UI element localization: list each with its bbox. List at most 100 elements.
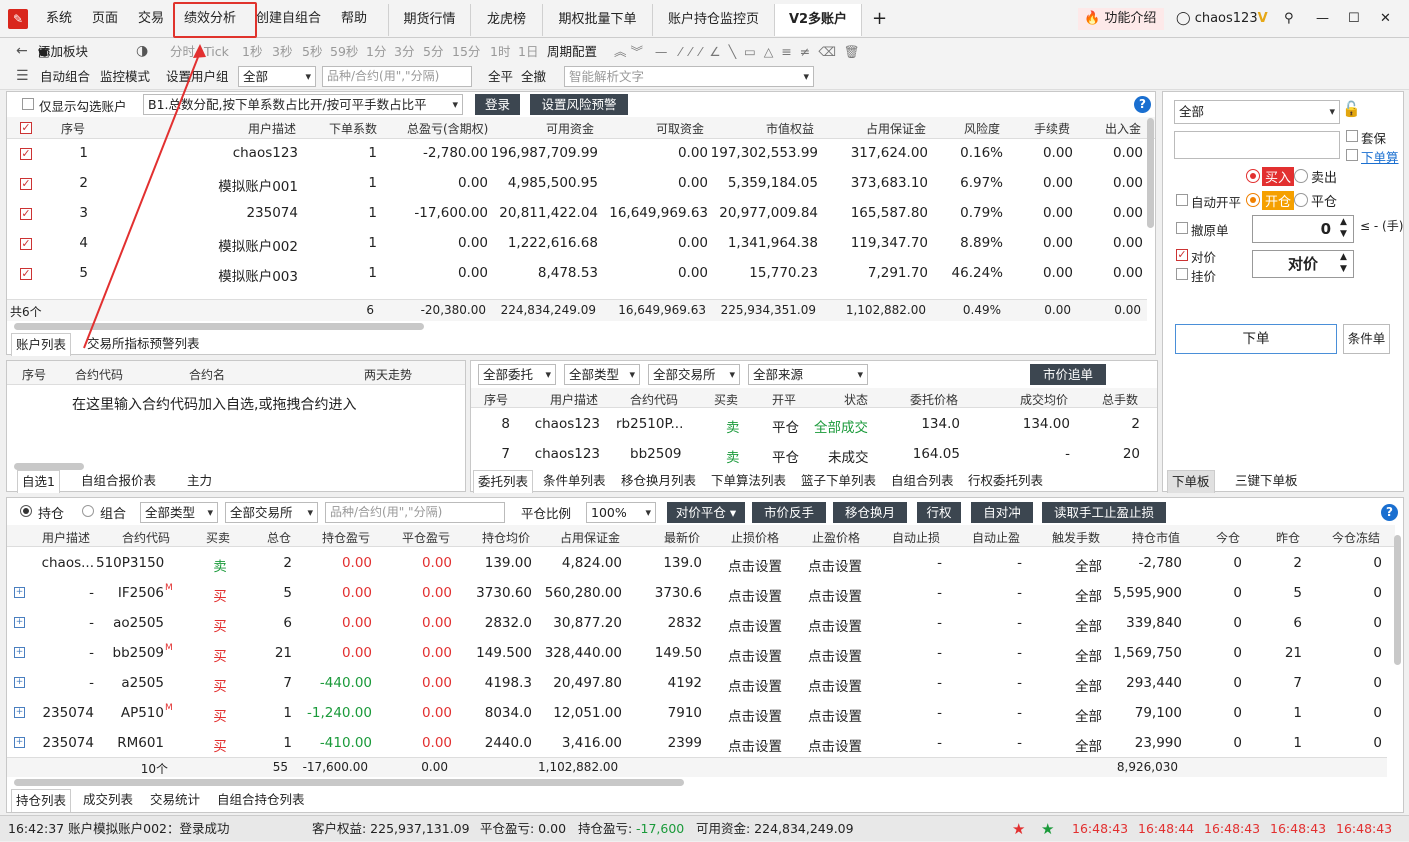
combo-label: 组合 xyxy=(100,507,127,522)
position-cell[interactable]: 点击设置 xyxy=(786,645,862,665)
cell-order-openclose: 平仓 xyxy=(772,420,799,436)
position-cell: - xyxy=(89,675,94,691)
position-cell[interactable]: 点击设置 xyxy=(786,555,862,575)
position-cell: 149.500 xyxy=(476,645,532,661)
tab-basket-list[interactable]: 篮子下单列表 xyxy=(801,470,876,492)
position-cell: 7 xyxy=(283,675,292,691)
order-calc-checkbox[interactable] xyxy=(1346,149,1358,161)
watch-scrollbar[interactable] xyxy=(14,463,84,470)
cell-order-user: chaos123 xyxy=(534,416,600,432)
order-exchange-select[interactable]: 全部交易所 xyxy=(648,364,740,385)
counter-price-label: 对价 xyxy=(1191,250,1217,265)
tab-algo-list[interactable]: 下单算法列表 xyxy=(711,470,786,492)
position-cell[interactable]: 点击设置 xyxy=(706,735,782,755)
counter-price-checkbox[interactable]: ✓ xyxy=(1176,249,1188,261)
submit-order-button[interactable]: 下单 xyxy=(1175,324,1337,354)
col-order-status: 状态 xyxy=(844,393,869,407)
position-cell: 5,595,900 xyxy=(1113,585,1182,601)
position-cell[interactable]: 点击设置 xyxy=(706,615,782,635)
sell-radio[interactable] xyxy=(1294,169,1308,183)
position-cell[interactable]: 点击设置 xyxy=(786,735,862,755)
tab-watch-1[interactable]: 自选1 xyxy=(17,470,60,493)
tab-trade-list[interactable]: 成交列表 xyxy=(83,789,133,811)
tab-order-board[interactable]: 下单板 xyxy=(1167,470,1215,493)
pos-total-close-pl: 0.00 xyxy=(421,760,448,774)
stepper-arrows-icon[interactable]: ▲ ▼ xyxy=(1340,216,1347,240)
position-cell: - xyxy=(937,675,942,691)
position-cell[interactable]: 点击设置 xyxy=(706,645,782,665)
position-cell: - xyxy=(937,615,942,631)
order-filter-select[interactable]: 全部委托 xyxy=(478,364,556,385)
position-cell[interactable]: 点击设置 xyxy=(786,675,862,695)
status-bar: 16:42:37 账户模拟账户002：登录成功 客户权益: 225,937,13… xyxy=(0,815,1409,841)
cancel-origin-checkbox[interactable] xyxy=(1176,222,1188,234)
position-cell[interactable]: 点击设置 xyxy=(706,555,782,575)
self-hedge-button[interactable]: 自对冲 xyxy=(971,502,1033,523)
counter-close-button[interactable]: 对价平仓 ▾ xyxy=(667,502,745,523)
col-pos-user: 用户描述 xyxy=(42,531,91,545)
price-type-select[interactable]: 对价 xyxy=(1252,250,1354,278)
hedge-checkbox[interactable] xyxy=(1346,130,1358,142)
position-exchange-select[interactable]: 全部交易所 xyxy=(225,502,318,523)
green-star-icon[interactable]: ★ xyxy=(1041,816,1054,842)
market-chase-button[interactable]: 市价追单 xyxy=(1030,364,1106,385)
position-cell[interactable]: 点击设置 xyxy=(706,705,782,725)
tab-combo-quotes[interactable]: 自组合报价表 xyxy=(81,470,156,492)
positions-help-icon[interactable]: ? xyxy=(1381,504,1398,521)
order-source-select[interactable]: 全部来源 xyxy=(748,364,868,385)
position-cell[interactable]: 点击设置 xyxy=(786,585,862,605)
buy-radio[interactable] xyxy=(1246,169,1260,183)
positions-h-scrollbar[interactable] xyxy=(14,779,684,786)
open-radio[interactable] xyxy=(1246,193,1260,207)
position-cell[interactable]: 点击设置 xyxy=(786,615,862,635)
position-cell[interactable]: 点击设置 xyxy=(786,705,862,725)
positions-v-scrollbar[interactable] xyxy=(1394,535,1401,665)
position-cell: 7910 xyxy=(667,705,702,721)
conditional-order-button[interactable]: 条件单 xyxy=(1343,324,1390,354)
tab-exercise-list[interactable]: 行权委托列表 xyxy=(968,470,1043,492)
cell-order-index: 7 xyxy=(501,446,510,462)
position-cell[interactable]: 点击设置 xyxy=(706,585,782,605)
position-cell[interactable]: 点击设置 xyxy=(706,675,782,695)
tab-position-list[interactable]: 持仓列表 xyxy=(11,789,72,812)
tab-combo-position-list[interactable]: 自组合持仓列表 xyxy=(217,789,305,811)
close-ratio-select[interactable]: 100% xyxy=(586,502,656,523)
tab-rollover-list[interactable]: 移仓换月列表 xyxy=(621,470,696,492)
auto-openclose-checkbox[interactable] xyxy=(1176,194,1188,206)
position-cell: 0 xyxy=(1373,645,1382,661)
col-watch-index: 序号 xyxy=(22,368,47,382)
close-radio[interactable] xyxy=(1294,193,1308,207)
market-reverse-button[interactable]: 市价反手 xyxy=(752,502,826,523)
close-label: 平仓 xyxy=(1311,195,1338,210)
position-cell: 6 xyxy=(283,615,292,631)
rollover-button[interactable]: 移仓换月 xyxy=(833,502,907,523)
red-star-icon[interactable]: ★ xyxy=(1012,816,1025,842)
position-cell: 0 xyxy=(1373,735,1382,751)
price-arrows-icon[interactable]: ▲ ▼ xyxy=(1340,251,1347,275)
combo-radio[interactable] xyxy=(82,505,94,517)
hold-radio[interactable] xyxy=(20,505,32,517)
position-cell: 买 xyxy=(213,649,227,665)
quantity-stepper[interactable]: 0 xyxy=(1252,215,1354,243)
lock-icon[interactable]: 🔓 xyxy=(1342,100,1361,118)
tab-three-key-board[interactable]: 三键下单板 xyxy=(1235,470,1298,492)
tab-conditional-list[interactable]: 条件单列表 xyxy=(543,470,606,492)
read-manual-sltp-button[interactable]: 读取手工止盈止损 xyxy=(1042,502,1166,523)
position-filter-input[interactable]: 品种/合约(用","分隔) xyxy=(325,502,505,523)
order-type-select[interactable]: 全部类型 xyxy=(564,364,640,385)
pending-price-checkbox[interactable] xyxy=(1176,268,1188,280)
position-type-select[interactable]: 全部类型 xyxy=(140,502,218,523)
order-account-select[interactable]: 全部 xyxy=(1174,100,1340,124)
position-cell: 30,877.20 xyxy=(553,615,622,631)
position-cell: - xyxy=(937,705,942,721)
order-calc-link[interactable]: 下单算 xyxy=(1361,147,1399,166)
tab-trade-stats[interactable]: 交易统计 xyxy=(150,789,200,811)
exercise-button[interactable]: 行权 xyxy=(917,502,961,523)
order-contract-input[interactable] xyxy=(1174,131,1340,159)
position-cell: 0.00 xyxy=(421,585,452,601)
col-watch-code: 合约代码 xyxy=(75,368,124,382)
tab-combo-list[interactable]: 自组合列表 xyxy=(891,470,954,492)
tab-order-list[interactable]: 委托列表 xyxy=(473,470,534,493)
tab-main-contracts[interactable]: 主力 xyxy=(187,470,212,492)
order-entry-tabs: 下单板 三键下单板 xyxy=(1163,470,1403,493)
